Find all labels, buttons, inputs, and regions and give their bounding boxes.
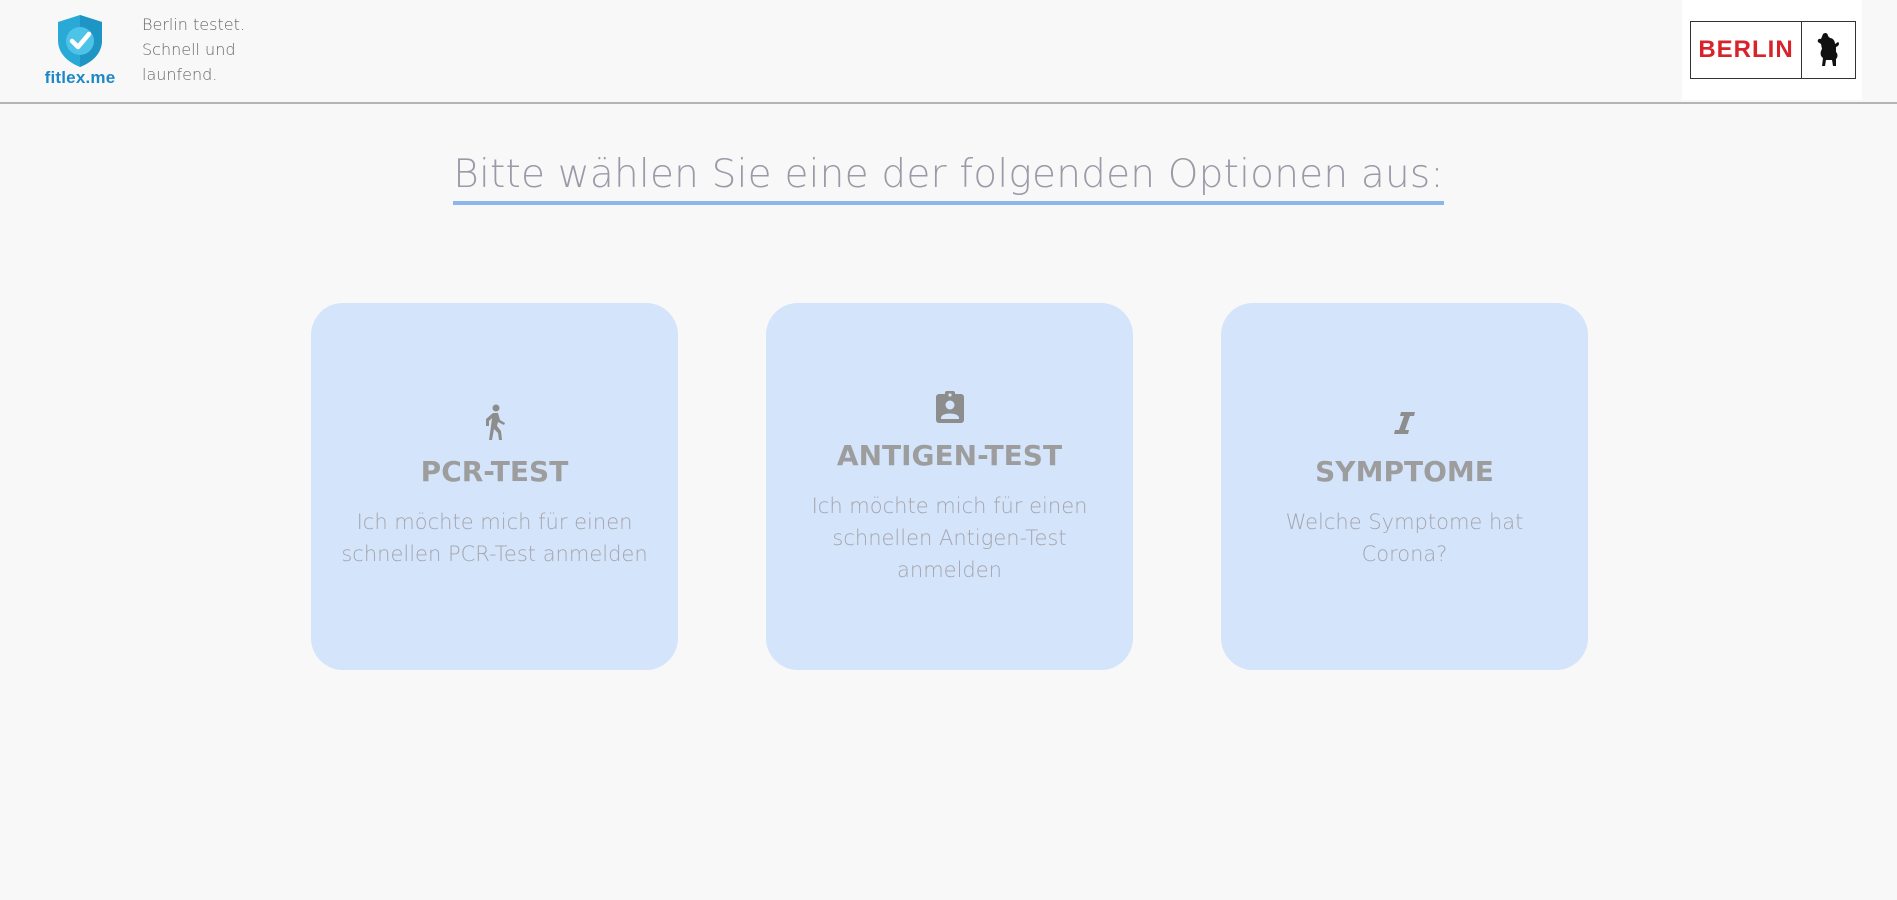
card-title: SYMPTOME xyxy=(1315,455,1494,488)
option-card-antigen-test[interactable]: ANTIGEN-TEST Ich möchte mich für einen s… xyxy=(766,303,1133,670)
berlin-logo-text: BERLIN xyxy=(1691,22,1802,78)
card-description: Ich möchte mich für einen schnellen PCR-… xyxy=(341,510,648,566)
italic-i-icon xyxy=(1385,403,1425,443)
page-header: fitlex.me Berlin testet. Schnell und lau… xyxy=(0,0,1897,104)
card-description: Welche Symptome hat Corona? xyxy=(1285,510,1524,566)
option-card-pcr-test[interactable]: PCR-TEST Ich möchte mich für einen schne… xyxy=(311,303,678,670)
tagline-line: Schnell und xyxy=(142,40,236,59)
tagline-line: Berlin testet. xyxy=(142,15,245,34)
person-walking-icon xyxy=(475,403,515,443)
shield-check-icon xyxy=(58,15,102,67)
option-card-symptome[interactable]: SYMPTOME Welche Symptome hat Corona? xyxy=(1221,303,1588,670)
tagline-line: launfend. xyxy=(142,65,218,84)
fitlex-logo[interactable]: fitlex.me xyxy=(40,12,120,90)
card-description: Ich möchte mich für einen schnellen Anti… xyxy=(811,494,1088,582)
card-title: PCR-TEST xyxy=(420,455,569,488)
bear-icon xyxy=(1802,22,1855,78)
prompt-heading-wrapper: Bitte wählen Sie eine der folgenden Opti… xyxy=(0,152,1897,205)
card-title: ANTIGEN-TEST xyxy=(836,439,1063,472)
berlin-logo[interactable]: BERLIN xyxy=(1682,0,1862,100)
prompt-heading: Bitte wählen Sie eine der folgenden Opti… xyxy=(453,152,1444,205)
berlin-logo-frame: BERLIN xyxy=(1690,21,1856,79)
tagline: Berlin testet. Schnell und launfend. xyxy=(142,12,272,87)
brand-name: fitlex.me xyxy=(44,68,116,87)
assignment-ind-icon xyxy=(930,387,970,427)
